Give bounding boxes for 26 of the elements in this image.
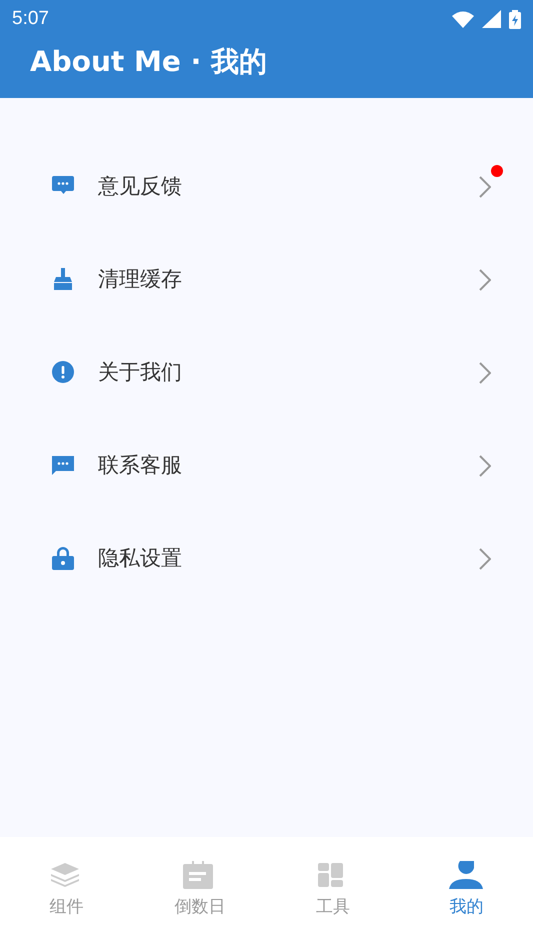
alert-icon xyxy=(52,361,74,384)
menu-item[interactable]: 清理缓存 xyxy=(0,233,533,326)
menu-item[interactable]: 关于我们 xyxy=(0,326,533,419)
menu-label: 联系客服 xyxy=(98,452,182,479)
chevron-icon xyxy=(479,268,491,290)
menu-item[interactable]: 联系客服 xyxy=(0,419,533,512)
battery-icon xyxy=(509,10,521,28)
wifi-icon xyxy=(452,10,474,28)
nav-tab[interactable]: 我的 xyxy=(400,837,533,948)
lock-icon xyxy=(52,547,74,570)
person-icon xyxy=(449,861,484,889)
menu-label: 意见反馈 xyxy=(98,172,182,200)
chevron-icon xyxy=(479,548,491,570)
message-icon xyxy=(52,454,74,477)
chevron-icon xyxy=(479,454,491,476)
menu-label: 关于我们 xyxy=(98,358,182,386)
chevron-icon xyxy=(479,362,491,384)
menu-item[interactable]: 隐私设置 xyxy=(0,512,533,605)
menu-label: 清理缓存 xyxy=(98,266,182,293)
menu-item[interactable]: 意见反馈 xyxy=(0,140,533,233)
menu-label: 隐私设置 xyxy=(98,544,182,572)
chevron-icon xyxy=(479,176,491,198)
page-title: About Me · 我的 xyxy=(29,44,268,80)
status-time: 5:07 xyxy=(12,6,49,31)
signal-icon xyxy=(482,10,501,28)
broom-icon xyxy=(52,268,74,291)
